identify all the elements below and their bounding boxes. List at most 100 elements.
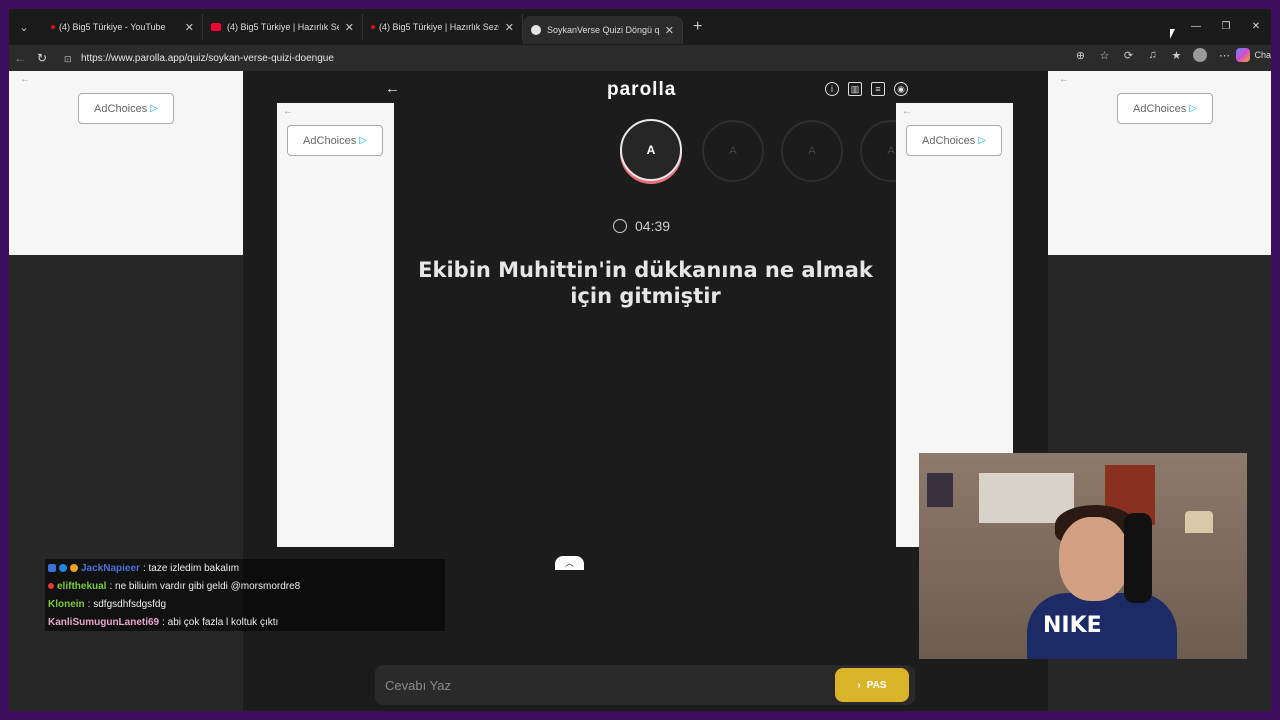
- new-tab-icon[interactable]: +: [693, 18, 702, 36]
- shirt-logo: NIKE: [1043, 613, 1102, 638]
- copilot-icon: [1236, 48, 1251, 62]
- adchoices-button[interactable]: AdChoices ▷: [1117, 93, 1213, 124]
- info-icon[interactable]: i: [825, 82, 839, 96]
- letter-label: A: [887, 145, 895, 157]
- tab-title: SoykanVerse Quizi Döngü quiz - p: [547, 25, 659, 35]
- window-controls: — ❐ ✕: [1181, 9, 1271, 45]
- ad-back-icon[interactable]: ←: [20, 74, 30, 85]
- address-bar-row: ← ↻ ⊡ https://www.parolla.app/quiz/soyka…: [9, 45, 1271, 71]
- quiz-toolbar: i ▥ ≡ ◉: [825, 82, 917, 96]
- tab-youtube-3[interactable]: (4) Big5 Türkiye | Hazırlık Sezonu 1 ✕: [363, 14, 523, 40]
- chat-message: elifthekual : ne biliuim vardır gibi gel…: [45, 577, 445, 595]
- clock-icon: [613, 219, 627, 233]
- stream-chat-overlay: JackNapieer : taze izledim bakalım elift…: [45, 559, 445, 631]
- chat-text: : taze izledim bakalım: [142, 562, 240, 574]
- chat-message: JackNapieer : taze izledim bakalım: [45, 559, 445, 577]
- chat-username: Klonein: [48, 598, 85, 610]
- chat-text: : abi çok fazla l koltuk çıktı: [162, 616, 279, 628]
- letter-label: A: [646, 143, 656, 157]
- adchoices-icon: ▷: [1189, 103, 1197, 114]
- refresh-icon[interactable]: ↻: [31, 51, 53, 65]
- close-tab-icon[interactable]: ✕: [505, 21, 514, 34]
- question-text: Ekibin Muhittin'in dükkanına ne almak iç…: [418, 258, 873, 308]
- webcam-lamp: [1185, 511, 1213, 533]
- close-tab-icon[interactable]: ✕: [665, 24, 674, 37]
- extension-icon[interactable]: ⟳: [1116, 49, 1140, 62]
- parolla-favicon-icon: [531, 25, 541, 35]
- webcam-overlay: NIKE: [919, 453, 1247, 659]
- restore-icon[interactable]: ❐: [1211, 9, 1241, 45]
- browser-window: ⌄ (4) Big5 Türkiye - YouTube ✕ (4) Big5 …: [9, 9, 1271, 711]
- letter-circle-active: A: [620, 119, 682, 181]
- ad-back-icon[interactable]: ←: [902, 106, 912, 117]
- copilot-label: Cha: [1254, 50, 1271, 60]
- tab-title: (4) Big5 Türkiye | Hazırlık Sezonu 1: [379, 22, 499, 32]
- answer-input[interactable]: [385, 673, 815, 697]
- chat-username: JackNapieer: [81, 562, 140, 574]
- minimize-icon[interactable]: —: [1181, 9, 1211, 45]
- more-menu-icon[interactable]: ⋯: [1212, 49, 1236, 62]
- streamer-face: [1059, 517, 1129, 601]
- extensions-area: ⊕ ☆ ⟳ ♫ ★ ⋯ Cha: [1068, 48, 1271, 62]
- adchoices-label: AdChoices: [1133, 102, 1187, 115]
- letter-circle: A: [781, 120, 843, 182]
- letter-label: A: [808, 145, 816, 157]
- chat-badge-icon: [59, 564, 67, 572]
- answer-bar: › PAS: [375, 665, 915, 705]
- chat-message: Klonein : sdfgsdhfsdgsfdg: [45, 595, 445, 613]
- back-icon[interactable]: ←: [9, 51, 31, 65]
- ad-banner-left: ← AdChoices ▷: [9, 71, 243, 255]
- tab-parolla[interactable]: SoykanVerse Quizi Döngü quiz - p ✕: [523, 16, 683, 44]
- chevron-right-icon: ›: [857, 679, 861, 691]
- chat-text: : ne biliuim vardır gibi geldi @morsmord…: [109, 580, 301, 592]
- profile-icon[interactable]: ◉: [894, 82, 908, 96]
- profile-avatar[interactable]: [1193, 48, 1208, 62]
- microphone: [1124, 513, 1152, 603]
- tab-search-dropdown-icon[interactable]: ⌄: [13, 16, 35, 38]
- chat-badge-icon: [48, 564, 56, 572]
- adchoices-label: AdChoices: [922, 134, 976, 147]
- tab-bar: ⌄ (4) Big5 Türkiye - YouTube ✕ (4) Big5 …: [9, 9, 1271, 45]
- audio-indicator-icon: [371, 25, 375, 29]
- tab-youtube-1[interactable]: (4) Big5 Türkiye - YouTube ✕: [43, 14, 203, 40]
- letter-circle: A: [702, 120, 764, 182]
- page-content: ← AdChoices ▷ ← AdChoices ▷ ︿ ← parolla i …: [9, 71, 1271, 711]
- pass-button[interactable]: › PAS: [835, 668, 909, 702]
- adchoices-icon: ▷: [150, 103, 158, 114]
- streamer: NIKE: [1027, 505, 1177, 659]
- comments-icon[interactable]: ≡: [871, 82, 885, 96]
- close-window-icon[interactable]: ✕: [1241, 9, 1271, 45]
- chat-badge-icon: [48, 583, 54, 589]
- tab-youtube-2[interactable]: (4) Big5 Türkiye | Hazırlık Sezonu 1 ✕: [203, 14, 363, 40]
- parolla-logo: parolla: [607, 79, 677, 100]
- letter-label: A: [729, 145, 737, 157]
- media-icon[interactable]: ♫: [1140, 49, 1164, 61]
- chat-username: elifthekual: [57, 580, 107, 592]
- quiz-back-icon[interactable]: ←: [385, 80, 400, 97]
- adchoices-button[interactable]: AdChoices ▷: [287, 125, 383, 156]
- zoom-icon[interactable]: ⊕: [1068, 49, 1092, 62]
- collapse-ad-button[interactable]: ︿: [555, 556, 584, 570]
- chat-text: : sdfgsdhfsdgsfdg: [87, 598, 167, 610]
- adchoices-button[interactable]: AdChoices ▷: [906, 125, 1002, 156]
- close-tab-icon[interactable]: ✕: [345, 21, 354, 34]
- adchoices-label: AdChoices: [303, 134, 357, 147]
- close-tab-icon[interactable]: ✕: [185, 21, 194, 34]
- favorites-icon[interactable]: ★: [1164, 49, 1188, 62]
- ad-banner-right: ← AdChoices ▷: [1048, 71, 1271, 255]
- chat-badge-icon: [70, 564, 78, 572]
- copilot-button[interactable]: Cha: [1236, 48, 1271, 62]
- site-info-icon[interactable]: ⊡: [64, 54, 74, 64]
- favorite-star-icon[interactable]: ☆: [1092, 49, 1116, 62]
- ad-back-icon[interactable]: ←: [1059, 74, 1069, 85]
- chat-message: KanliSumugunLaneti69 : abi çok fazla l k…: [45, 613, 445, 631]
- mouse-cursor-icon: [1170, 29, 1175, 39]
- tab-title: (4) Big5 Türkiye | Hazırlık Sezonu 1: [227, 22, 339, 32]
- stats-icon[interactable]: ▥: [848, 82, 862, 96]
- quiz-timer: 04:39: [613, 218, 670, 234]
- url-text: https://www.parolla.app/quiz/soykan-vers…: [81, 53, 334, 64]
- audio-indicator-icon: [51, 25, 55, 29]
- ad-back-icon[interactable]: ←: [283, 106, 293, 117]
- adchoices-button[interactable]: AdChoices ▷: [78, 93, 174, 124]
- url-field[interactable]: ⊡ https://www.parolla.app/quiz/soykan-ve…: [64, 50, 1104, 67]
